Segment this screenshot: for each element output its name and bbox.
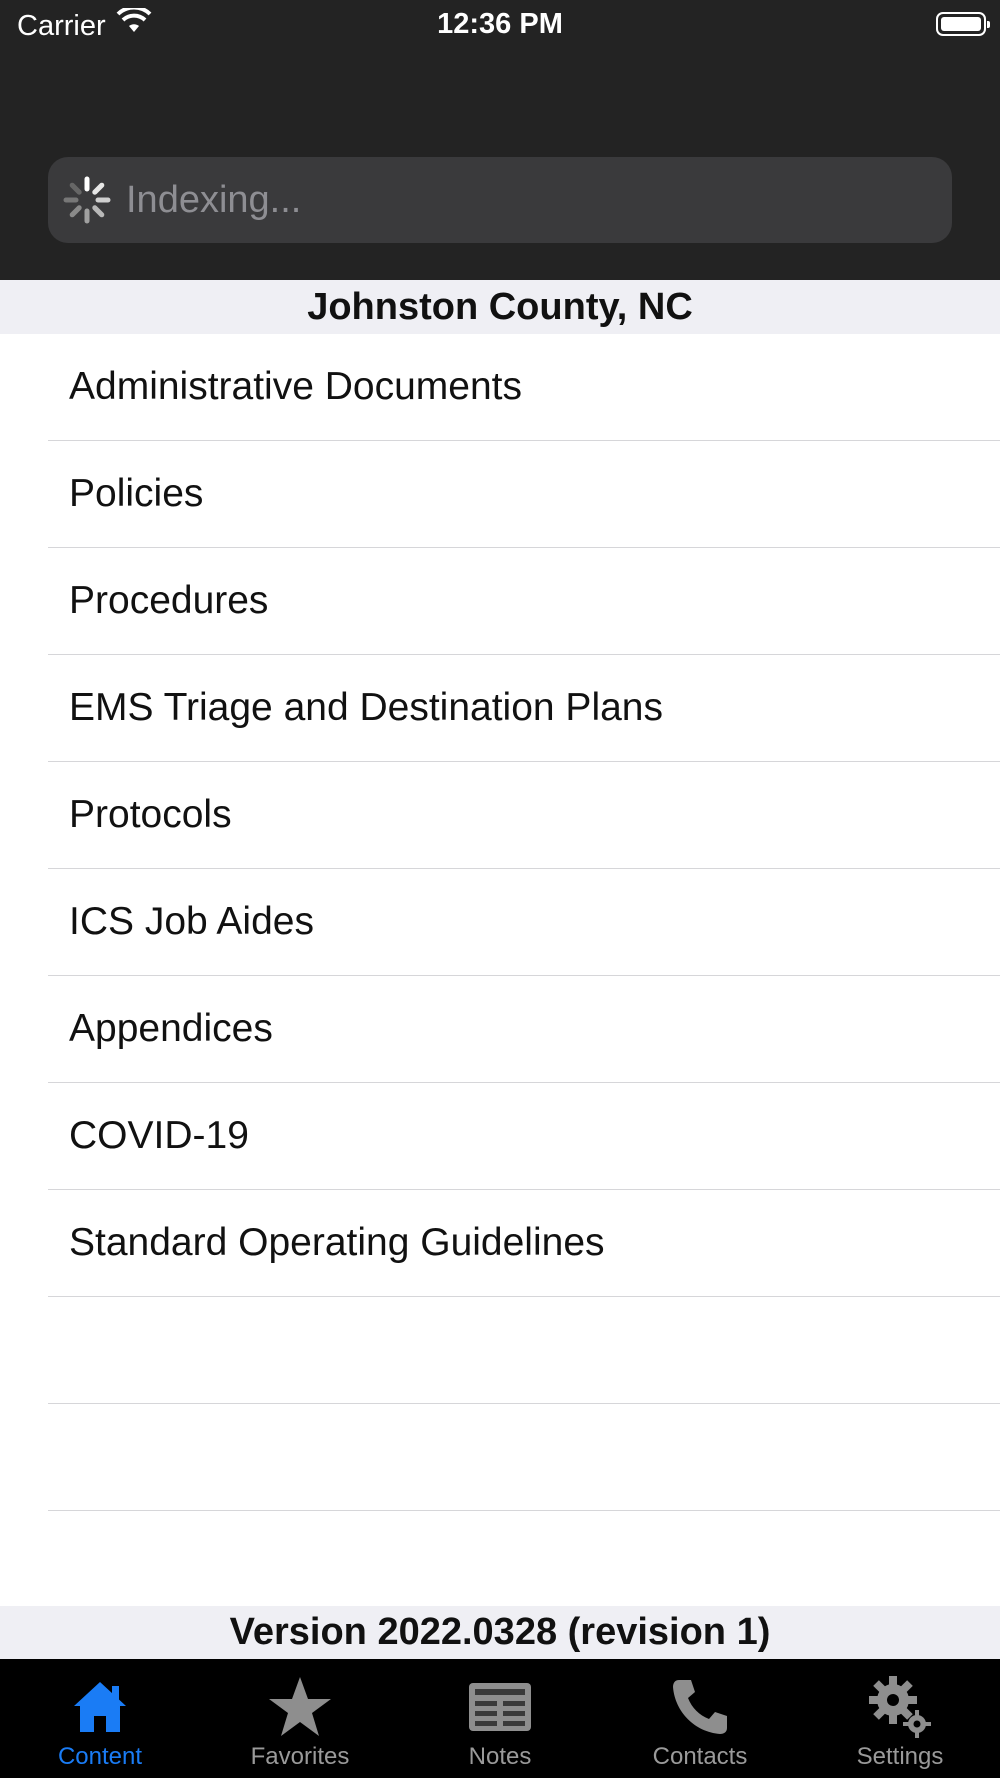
tab-favorites[interactable]: Favorites <box>200 1659 400 1778</box>
section-header: Johnston County, NC <box>0 280 1000 334</box>
list-item-label: Appendices <box>69 1007 273 1050</box>
list-item-label: Administrative Documents <box>69 365 522 408</box>
list-item-label: Policies <box>69 472 204 515</box>
empty-list-row <box>48 1404 1000 1511</box>
search-placeholder[interactable]: Indexing... <box>126 179 301 222</box>
list-item[interactable]: Protocols <box>48 762 1000 869</box>
list-item-label: Protocols <box>69 793 232 836</box>
list-item[interactable]: Standard Operating Guidelines <box>48 1190 1000 1297</box>
star-icon <box>264 1673 336 1741</box>
tab-contacts[interactable]: Contacts <box>600 1659 800 1778</box>
list-item[interactable]: Procedures <box>48 548 1000 655</box>
navigation-header: Carrier 12:36 PM Indexing... <box>0 0 1000 280</box>
tab-label: Content <box>57 1743 143 1770</box>
list-item-label: Procedures <box>69 579 269 622</box>
list-item[interactable]: ICS Job Aides <box>48 869 1000 976</box>
empty-list-row <box>48 1297 1000 1404</box>
list-item[interactable]: EMS Triage and Destination Plans <box>48 655 1000 762</box>
list-item[interactable]: Administrative Documents <box>48 334 1000 441</box>
tab-notes[interactable]: Notes <box>400 1659 600 1778</box>
list-item[interactable]: COVID-19 <box>48 1083 1000 1190</box>
gear-icon <box>864 1673 936 1741</box>
tab-label: Notes <box>468 1743 532 1770</box>
list-item-label: Standard Operating Guidelines <box>69 1221 605 1264</box>
version-footer: Version 2022.0328 (revision 1) <box>0 1606 1000 1659</box>
list-item[interactable]: Policies <box>48 441 1000 548</box>
tab-label: Settings <box>856 1743 944 1770</box>
status-time: 12:36 PM <box>437 8 563 40</box>
tab-bar: Content Favorites Notes Contacts Setting… <box>0 1659 1000 1778</box>
search-bar[interactable]: Indexing... <box>48 157 952 243</box>
battery-icon <box>936 12 990 36</box>
tab-settings[interactable]: Settings <box>800 1659 1000 1778</box>
tab-label: Contacts <box>652 1743 748 1770</box>
list-item-label: EMS Triage and Destination Plans <box>69 686 663 729</box>
list-item-label: ICS Job Aides <box>69 900 314 943</box>
content-list: Administrative Documents Policies Proced… <box>0 334 1000 1511</box>
tab-content[interactable]: Content <box>0 1659 200 1778</box>
list-item-label: COVID-19 <box>69 1114 249 1157</box>
tab-label: Favorites <box>250 1743 350 1770</box>
list-item[interactable]: Appendices <box>48 976 1000 1083</box>
notes-icon <box>464 1673 536 1741</box>
phone-icon <box>664 1673 736 1741</box>
house-icon <box>64 1673 136 1741</box>
activity-spinner-icon <box>63 176 111 224</box>
